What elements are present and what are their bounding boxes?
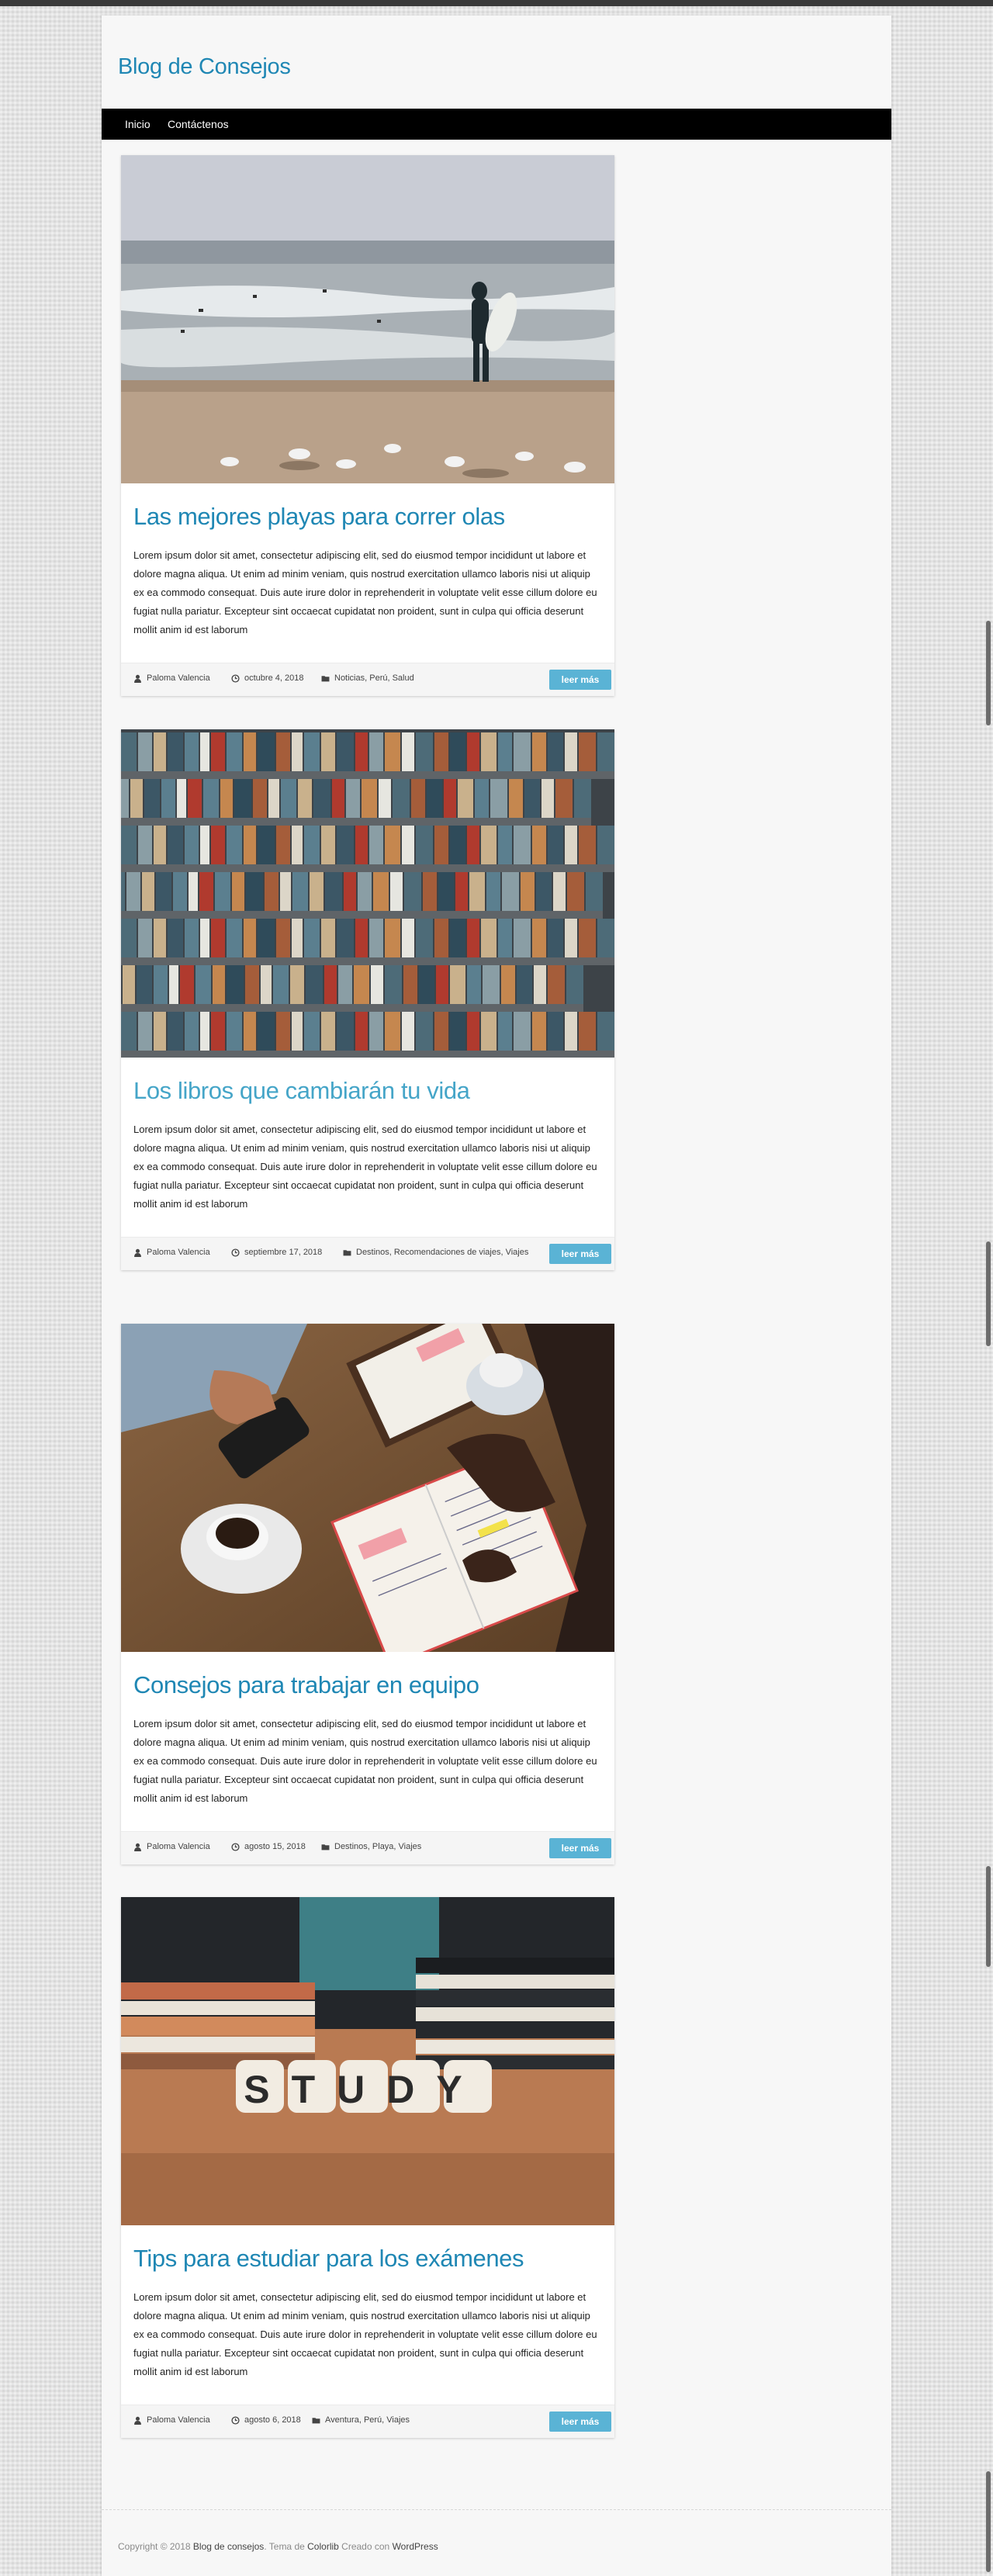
scrollbar-thumb[interactable] [986,2471,991,2572]
site-title[interactable]: Blog de Consejos [118,54,291,80]
author-meta: Paloma Valencia [133,673,210,683]
post-title[interactable]: Tips para estudiar para los exámenes [133,2245,524,2273]
post-meta: Paloma Valencia septiembre 17, 2018 Dest… [121,1237,614,1270]
footer-wordpress-link[interactable]: WordPress [393,2541,438,2552]
folder-icon [321,1844,330,1850]
footer-site-link[interactable]: Blog de consejos [193,2541,264,2552]
post-excerpt: Lorem ipsum dolor sit amet, consectetur … [133,1124,597,1210]
user-icon [134,1248,141,1257]
top-bar [0,0,993,6]
post-meta: Paloma Valencia agosto 6, 2018 Aventura,… [121,2405,614,2438]
post-card: Los libros que cambiarán tu vida Lorem i… [121,729,614,1270]
author-meta: Paloma Valencia [133,2415,210,2425]
post-author[interactable]: Paloma Valencia [147,1842,210,1851]
author-meta: Paloma Valencia [133,1842,210,1851]
post-date[interactable]: octubre 4, 2018 [244,673,303,683]
nav-item-inicio[interactable]: Inicio [125,109,151,140]
date-meta: octubre 4, 2018 [231,673,303,683]
post-date[interactable]: septiembre 17, 2018 [244,1248,322,1257]
post-author[interactable]: Paloma Valencia [147,1248,210,1257]
read-more-button[interactable]: leer más [549,1838,611,1858]
post-date[interactable]: agosto 6, 2018 [244,2415,301,2425]
post-excerpt: Lorem ipsum dolor sit amet, consectetur … [133,2291,597,2377]
post-categories[interactable]: Destinos, Playa, Viajes [334,1842,421,1851]
clock-icon [231,1248,240,1257]
date-meta: agosto 6, 2018 [231,2415,301,2425]
post-categories[interactable]: Destinos, Recomendaciones de viajes, Via… [356,1248,528,1257]
post-author[interactable]: Paloma Valencia [147,2415,210,2425]
site-footer: Copyright © 2018 Blog de consejos. Tema … [118,2541,438,2552]
folder-icon [312,2417,320,2423]
date-meta: agosto 15, 2018 [231,1842,306,1851]
nav-item-contactenos[interactable]: Contáctenos [168,109,229,140]
footer-powered-prefix: Creado con [341,2541,390,2552]
footer-theme-link[interactable]: Colorlib [307,2541,339,2552]
read-more-button[interactable]: leer más [549,2412,611,2432]
post-title[interactable]: Los libros que cambiarán tu vida [133,1077,470,1105]
clock-icon [231,673,240,683]
post-meta: Paloma Valencia agosto 15, 2018 Destinos… [121,1831,614,1864]
post-date[interactable]: agosto 15, 2018 [244,1842,306,1851]
date-meta: septiembre 17, 2018 [231,1248,322,1257]
scrollbar-thumb[interactable] [986,621,991,725]
post-excerpt: Lorem ipsum dolor sit amet, consectetur … [133,549,597,635]
post-image-team[interactable] [121,1324,614,1652]
footer-copyright: Copyright © 2018 [118,2541,191,2552]
user-icon [134,2416,141,2425]
page-container: Blog de Consejos Inicio Contáctenos Las … [102,16,891,2576]
read-more-button[interactable]: leer más [549,670,611,690]
read-more-button[interactable]: leer más [549,1244,611,1264]
folder-icon [343,1249,351,1255]
clock-icon [231,1842,240,1851]
post-card: STUDY Tips para estudiar para los exámen… [121,1897,614,2438]
post-meta: Paloma Valencia octubre 4, 2018 Noticias… [121,663,614,696]
post-image-surfer[interactable] [121,155,614,483]
categories-meta: Noticias, Perú, Salud [321,673,414,683]
folder-icon [321,675,330,681]
main-navigation: Inicio Contáctenos [102,109,891,140]
post-title[interactable]: Las mejores playas para correr olas [133,503,505,531]
post-categories[interactable]: Aventura, Perú, Viajes [325,2415,410,2425]
footer-theme-prefix: . Tema de [264,2541,305,2552]
post-image-study[interactable]: STUDY [121,1897,614,2225]
author-meta: Paloma Valencia [133,1248,210,1257]
post-excerpt: Lorem ipsum dolor sit amet, consectetur … [133,1718,597,1804]
footer-divider [102,2509,891,2510]
post-card: Consejos para trabajar en equipo Lorem i… [121,1324,614,1864]
clock-icon [231,2415,240,2425]
study-dice-text: STUDY [244,2068,483,2111]
post-title[interactable]: Consejos para trabajar en equipo [133,1671,479,1699]
user-icon [134,1843,141,1851]
user-icon [134,674,141,683]
categories-meta: Destinos, Playa, Viajes [321,1842,421,1851]
scrollbar-thumb[interactable] [986,1866,991,1967]
post-author[interactable]: Paloma Valencia [147,673,210,683]
scrollbar-thumb[interactable] [986,1241,991,1346]
categories-meta: Destinos, Recomendaciones de viajes, Via… [343,1248,528,1257]
post-image-bookshelf[interactable] [121,729,614,1058]
categories-meta: Aventura, Perú, Viajes [312,2415,410,2425]
post-categories[interactable]: Noticias, Perú, Salud [334,673,414,683]
post-card: Las mejores playas para correr olas Lore… [121,155,614,696]
